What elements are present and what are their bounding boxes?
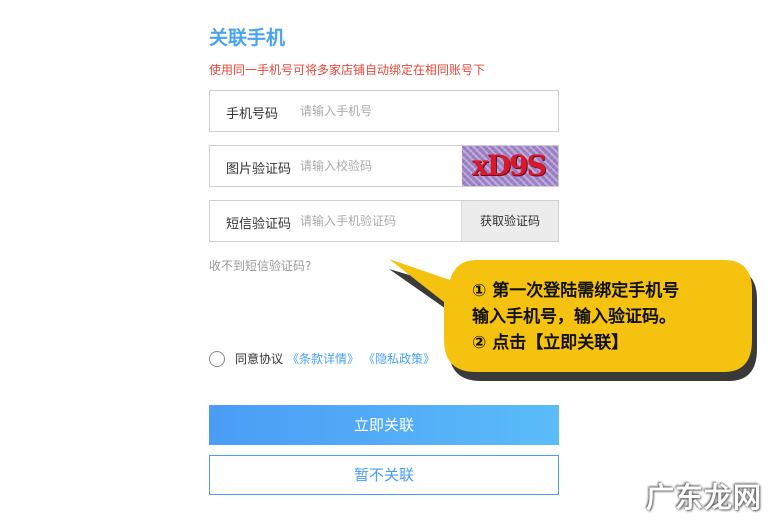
callout-text: ① 第一次登陆需绑定手机号 输入手机号，输入验证码。 ② 点击【立即关联】 [472,278,742,356]
callout-line-1: ① 第一次登陆需绑定手机号 [472,281,680,301]
callout-line-2: 输入手机号，输入验证码。 [472,307,676,327]
watermark-logo: 广东龙网 [645,481,762,514]
callout-bubble [389,259,757,381]
callout-line-3: ② 点击【立即关联】 [472,333,629,353]
